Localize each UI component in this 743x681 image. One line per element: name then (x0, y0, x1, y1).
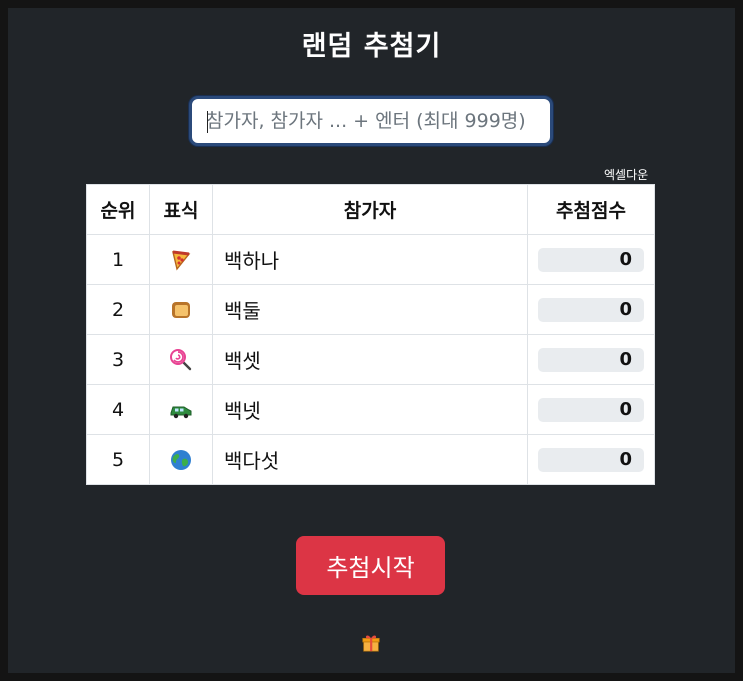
participant-name: 백둘 (212, 284, 528, 335)
globe-icon (171, 449, 191, 470)
table-row: 5 백다섯 0 (86, 434, 655, 485)
participant-name: 백넷 (212, 384, 528, 435)
score-box: 0 (538, 297, 644, 322)
participant-name: 백셋 (212, 334, 528, 385)
score-box: 0 (538, 397, 644, 422)
header-participant: 참가자 (212, 184, 528, 235)
car-icon (170, 406, 192, 418)
bread-icon (172, 301, 190, 318)
participant-name: 백다섯 (212, 434, 528, 485)
rank-cell: 1 (86, 234, 150, 285)
header-mark: 표식 (149, 184, 213, 235)
excel-download-link[interactable]: 엑셀다운 (604, 166, 648, 183)
table-row: 1 백하나 0 (86, 234, 655, 285)
gift-icon[interactable] (360, 631, 382, 653)
score-box: 0 (538, 247, 644, 272)
header-rank: 순위 (86, 184, 150, 235)
participant-name: 백하나 (212, 234, 528, 285)
rank-cell: 5 (86, 434, 150, 485)
score-box: 0 (538, 447, 644, 472)
score-box: 0 (538, 347, 644, 372)
rank-cell: 4 (86, 384, 150, 435)
pizza-icon (172, 250, 191, 271)
start-draw-button[interactable]: 추첨시작 (296, 536, 445, 595)
page-title: 랜덤 추첨기 (301, 31, 442, 62)
header-score: 추첨점수 (527, 184, 655, 235)
rank-cell: 2 (86, 284, 150, 335)
results-table: 순위 표식 참가자 추첨점수 1 백하나 0 2 백둘 0 3 백셋 0 4 백… (86, 184, 655, 485)
participant-input-wrapper[interactable] (189, 96, 553, 146)
table-row: 3 백셋 0 (86, 334, 655, 385)
table-row: 4 백넷 0 (86, 384, 655, 435)
table-header-row: 순위 표식 참가자 추첨점수 (86, 184, 655, 235)
participant-input[interactable] (192, 99, 550, 143)
lollipop-icon (170, 348, 192, 370)
text-caret (207, 111, 208, 133)
rank-cell: 3 (86, 334, 150, 385)
table-row: 2 백둘 0 (86, 284, 655, 335)
